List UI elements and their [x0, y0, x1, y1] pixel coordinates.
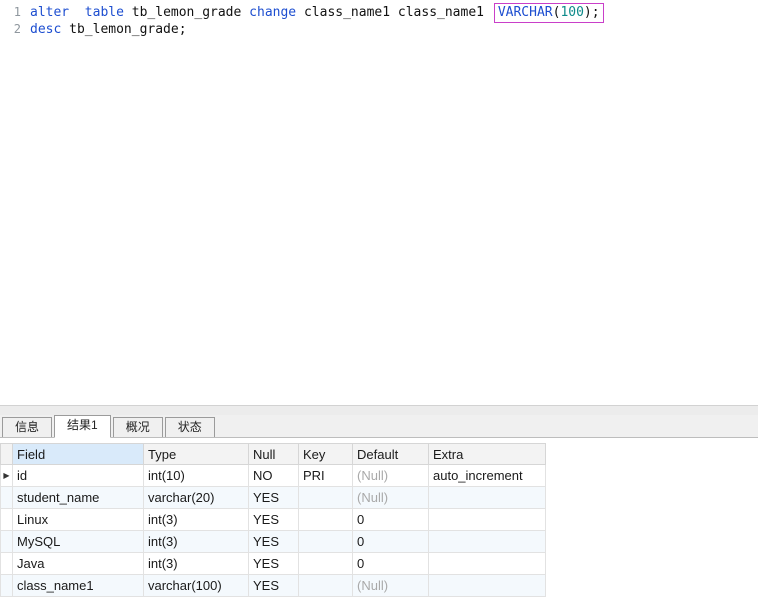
table-row[interactable]: class_name1 varchar(100) YES (Null) [0, 574, 546, 597]
indicator-header [0, 443, 13, 465]
code-text: alter table tb_lemon_grade change class_… [30, 3, 604, 23]
results-table: Field Type Null Key Default Extra ▶ id int(10) NO… [0, 443, 546, 597]
grid-cell[interactable]: int(10) [143, 464, 249, 487]
grid-cell[interactable]: auto_increment [428, 464, 546, 487]
grid-cell[interactable] [298, 530, 353, 553]
grid-cell[interactable]: MySQL [12, 530, 144, 553]
grid-cell[interactable]: YES [248, 552, 299, 575]
table-row[interactable]: Linux int(3) YES 0 [0, 508, 546, 531]
column-header-null[interactable]: Null [248, 443, 299, 465]
grid-cell[interactable]: class_name1 [12, 574, 144, 597]
column-header-default[interactable]: Default [352, 443, 429, 465]
current-row-indicator: ▶ [0, 464, 13, 487]
code-token: class_name1 class_name1 [296, 5, 492, 20]
grid-cell[interactable]: int(3) [143, 552, 249, 575]
code-token: alter [30, 5, 70, 20]
editor-line[interactable]: 1 alter table tb_lemon_grade change class… [0, 3, 758, 23]
panel-splitter[interactable] [0, 405, 758, 415]
grid-cell[interactable]: Java [12, 552, 144, 575]
code-token: 100 [560, 5, 584, 20]
code-token: desc [30, 22, 62, 37]
sql-editor[interactable]: 1 alter table tb_lemon_grade change class… [0, 0, 758, 405]
grid-cell[interactable]: varchar(100) [143, 574, 249, 597]
code-token: table [84, 5, 124, 20]
grid-cell[interactable]: (Null) [352, 574, 429, 597]
editor-line[interactable]: 2 desc tb_lemon_grade; [0, 21, 758, 38]
column-header-type[interactable]: Type [143, 443, 249, 465]
sql-client-window: 1 alter table tb_lemon_grade change class… [0, 0, 758, 599]
autocomplete-hint-box: VARCHAR(100); [493, 3, 604, 23]
row-indicator [0, 552, 13, 575]
tab-result1[interactable]: 结果1 [54, 415, 111, 438]
code-token: tb_lemon_grade [123, 5, 250, 20]
grid-cell[interactable]: 0 [352, 530, 429, 553]
results-tabbar: 信息 结果1 概况 状态 [0, 415, 758, 438]
code-token: ; [591, 5, 600, 20]
table-row[interactable]: Java int(3) YES 0 [0, 552, 546, 575]
row-indicator [0, 574, 13, 597]
grid-cell[interactable]: YES [248, 574, 299, 597]
line-number: 2 [13, 22, 21, 36]
grid-cell[interactable]: YES [248, 530, 299, 553]
grid-cell[interactable] [428, 552, 546, 575]
grid-cell[interactable]: int(3) [143, 508, 249, 531]
grid-cell[interactable]: Linux [12, 508, 144, 531]
grid-cell[interactable]: int(3) [143, 530, 249, 553]
grid-cell[interactable] [298, 508, 353, 531]
grid-cell[interactable]: YES [248, 508, 299, 531]
code-token: ) [583, 5, 592, 20]
column-header-key[interactable]: Key [298, 443, 353, 465]
row-indicator [0, 486, 13, 509]
grid-cell[interactable] [298, 486, 353, 509]
code-token: tb_lemon_grade; [61, 22, 187, 37]
results-grid-area: Field Type Null Key Default Extra ▶ id int(10) NO… [0, 438, 758, 599]
grid-cell[interactable]: YES [248, 486, 299, 509]
grid-cell[interactable] [298, 574, 353, 597]
grid-cell[interactable]: id [12, 464, 144, 487]
tab-profile[interactable]: 概况 [112, 417, 163, 437]
header-row: Field Type Null Key Default Extra [0, 443, 546, 465]
grid-cell[interactable]: varchar(20) [143, 486, 249, 509]
grid-cell[interactable]: 0 [352, 552, 429, 575]
grid-cell[interactable]: (Null) [352, 464, 429, 487]
table-row[interactable]: ▶ id int(10) NO PRI (Null) auto_increment [0, 464, 546, 487]
table-row[interactable]: MySQL int(3) YES 0 [0, 530, 546, 553]
grid-cell[interactable] [298, 552, 353, 575]
code-token: VARCHAR [497, 5, 553, 20]
grid-cell[interactable]: PRI [298, 464, 353, 487]
grid-cell[interactable] [428, 486, 546, 509]
code-text: desc tb_lemon_grade; [30, 21, 187, 38]
code-token: change [249, 5, 297, 20]
table-row[interactable]: student_name varchar(20) YES (Null) [0, 486, 546, 509]
grid-cell[interactable]: 0 [352, 508, 429, 531]
line-number: 1 [13, 5, 21, 19]
column-header-extra[interactable]: Extra [428, 443, 546, 465]
grid-cell[interactable]: (Null) [352, 486, 429, 509]
grid-cell[interactable]: student_name [12, 486, 144, 509]
grid-cell[interactable]: NO [248, 464, 299, 487]
grid-cell[interactable] [428, 530, 546, 553]
grid-cell[interactable] [428, 508, 546, 531]
row-indicator [0, 530, 13, 553]
column-header-field[interactable]: Field [12, 443, 144, 465]
tab-info[interactable]: 信息 [2, 417, 53, 437]
row-indicator [0, 508, 13, 531]
tab-status[interactable]: 状态 [164, 417, 215, 437]
grid-cell[interactable] [428, 574, 546, 597]
